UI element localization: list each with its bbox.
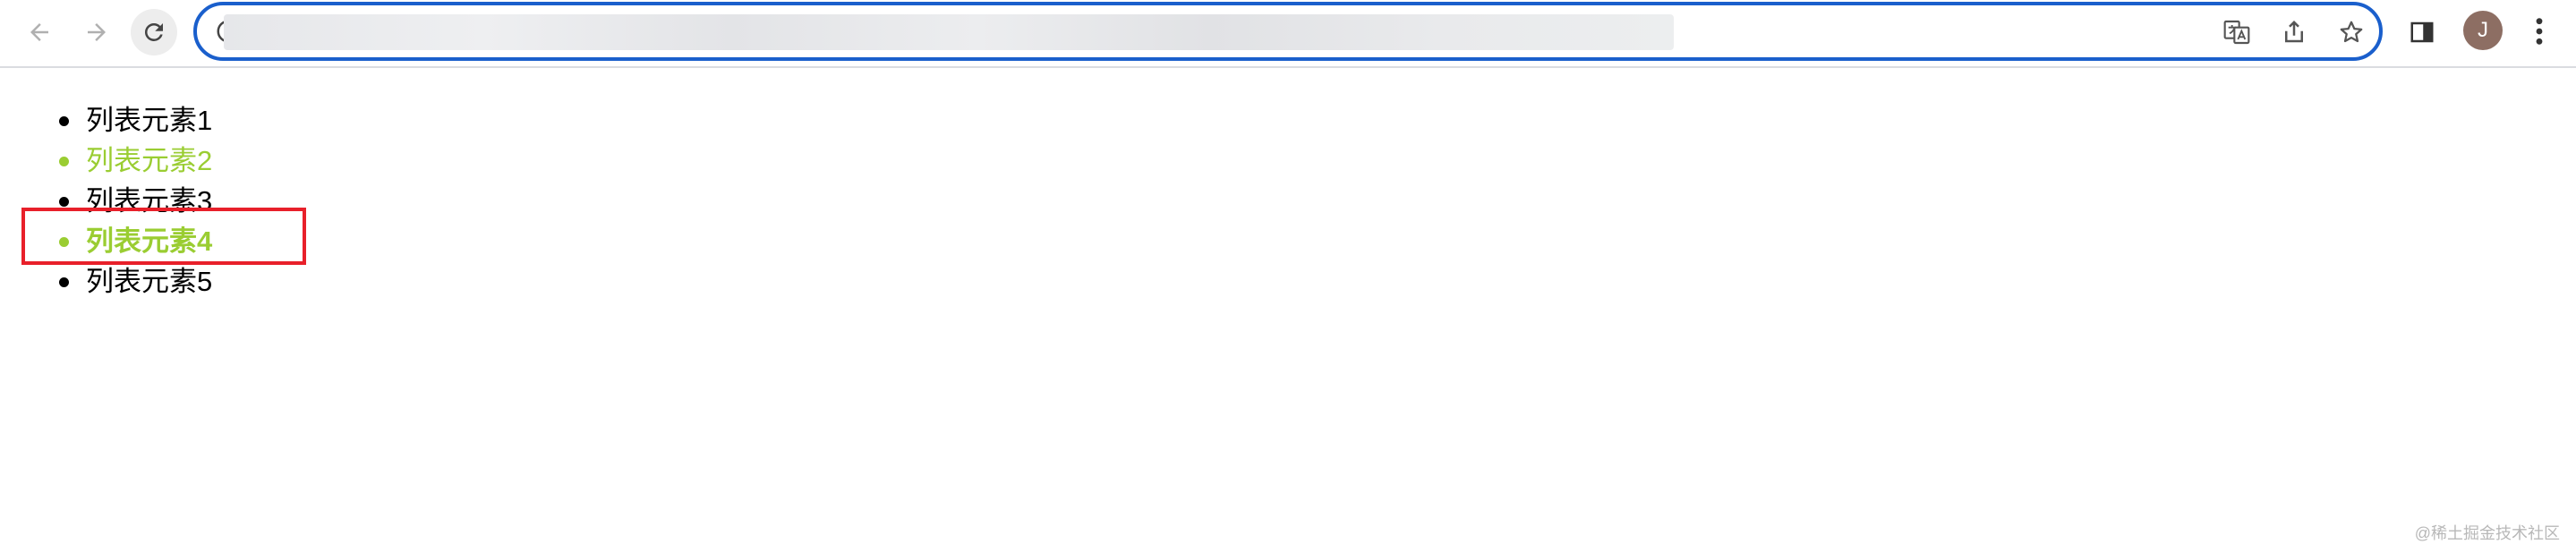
- list-item-label: 列表元素2: [86, 145, 213, 176]
- share-icon[interactable]: [2279, 17, 2309, 47]
- list-item-label: 列表元素1: [86, 105, 213, 136]
- avatar-letter: J: [2478, 18, 2488, 42]
- list-item-label: 列表元素5: [86, 266, 213, 297]
- reload-button[interactable]: [131, 9, 177, 55]
- bullet-icon: [59, 197, 69, 207]
- more-vert-icon: [2536, 18, 2543, 45]
- list-item: 列表元素1: [0, 100, 212, 140]
- element-list: 列表元素1 列表元素2 列表元素3 列表元素4 列表元素5: [0, 100, 212, 302]
- forward-arrow-icon: [88, 23, 106, 41]
- bullet-icon: [59, 116, 69, 126]
- page-content: 列表元素1 列表元素2 列表元素3 列表元素4 列表元素5: [0, 70, 2576, 553]
- list-item: 列表元素5: [0, 261, 212, 302]
- back-arrow-icon: [30, 23, 48, 41]
- bullet-icon: [59, 157, 69, 166]
- browser-toolbar: J: [0, 0, 2576, 68]
- reload-icon: [144, 22, 163, 41]
- list-item: 列表元素2: [0, 140, 212, 181]
- side-panel-icon: [2410, 21, 2434, 43]
- forward-button[interactable]: [73, 9, 120, 55]
- more-menu-button[interactable]: [2526, 13, 2553, 50]
- side-panel-button[interactable]: [2406, 16, 2438, 48]
- profile-avatar[interactable]: J: [2463, 11, 2503, 50]
- translate-icon[interactable]: [2222, 17, 2252, 47]
- back-button[interactable]: [16, 9, 63, 55]
- star-icon[interactable]: [2336, 17, 2367, 47]
- address-bar[interactable]: [193, 2, 2383, 61]
- url-text[interactable]: [224, 14, 1674, 50]
- bullet-icon: [59, 277, 69, 287]
- watermark: @稀土掘金技术社区: [2414, 524, 2560, 542]
- highlight-annotation-box: [21, 208, 306, 265]
